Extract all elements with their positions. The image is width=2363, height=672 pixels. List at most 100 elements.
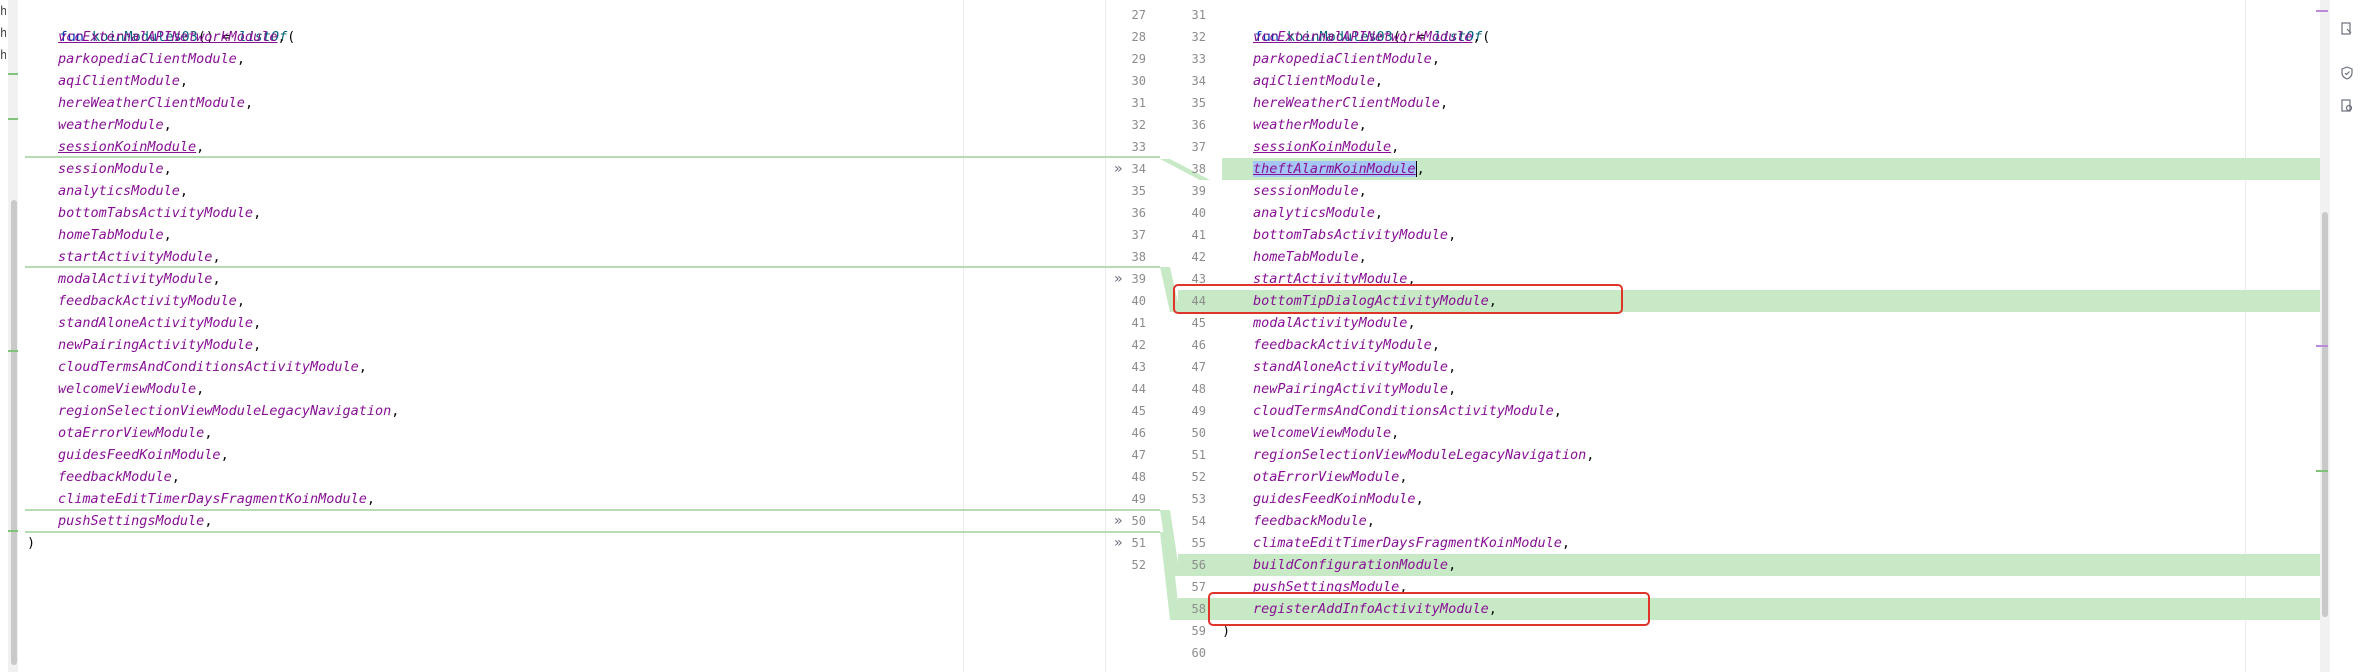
code-line[interactable]: aqiClientModule, [27,70,188,92]
code-line[interactable]: weatherModule, [1222,114,1367,136]
line-number: 32 [1131,118,1146,132]
code-line[interactable]: analyticsModule, [27,180,188,202]
code-line[interactable]: hereWeatherClientModule, [27,92,253,114]
fn-paren: ( [1482,29,1491,45]
line-number: 45 [1131,404,1146,418]
apply-change-arrow[interactable]: » [1114,158,1122,180]
line-number: 39 [1131,272,1146,286]
comma: , [1448,227,1457,243]
line-number: 27 [1131,8,1146,22]
module-name: newPairingActivityModule [58,337,254,353]
line-number: 60 [1191,646,1206,660]
code-line[interactable]: climateEditTimerDaysFragmentKoinModule, [1222,532,1570,554]
code-line[interactable]: sessionKoinModule, [1222,136,1399,158]
code-line[interactable]: otaErrorViewModule, [27,422,212,444]
code-line[interactable]: newPairingActivityModule, [27,334,261,356]
apply-change-arrow[interactable]: » [1114,510,1122,532]
code-line[interactable]: cloudTermsAndConditionsActivityModule, [1222,400,1562,422]
code-line[interactable]: feedbackActivityModule, [27,290,245,312]
apply-change-arrow[interactable]: » [1114,532,1122,554]
module-name: homeTabModule [1253,249,1359,265]
right-scrollbar-thumb[interactable] [2322,212,2328,617]
line-number: 37 [1191,140,1206,154]
code-line[interactable]: parkopediaClientModule, [27,48,245,70]
line-number: 40 [1131,294,1146,308]
comma: , [204,513,213,529]
code-line[interactable]: modalActivityModule, [1222,312,1416,334]
module-name: homeTabModule [58,227,164,243]
code-line[interactable]: aqiClientModule, [1222,70,1383,92]
code-line[interactable]: regionSelectionViewModuleLegacyNavigatio… [1222,444,1594,466]
line-number: 46 [1131,426,1146,440]
code-line[interactable]: vccExternalAPINetworkModule, [27,26,286,48]
module-name: weatherModule [1253,117,1359,133]
code-line[interactable]: parkopediaClientModule, [1222,48,1440,70]
line-number: 41 [1131,316,1146,330]
module-name: regionSelectionViewModuleLegacyNavigatio… [1253,447,1587,463]
module-name: feedbackActivityModule [1253,337,1432,353]
code-line[interactable]: modalActivityModule, [27,268,221,290]
code-line[interactable]: standAloneActivityModule, [1222,356,1456,378]
code-line[interactable]: sessionModule, [27,158,172,180]
code-line[interactable]: bottomTabsActivityModule, [1222,224,1456,246]
code-line[interactable]: newPairingActivityModule, [1222,378,1456,400]
code-line[interactable]: regionSelectionViewModuleLegacyNavigatio… [27,400,399,422]
code-line[interactable]: startActivityModule, [27,246,221,268]
code-line[interactable]: homeTabModule, [27,224,172,246]
module-name: feedbackActivityModule [58,293,237,309]
code-line[interactable]: weatherModule, [27,114,172,136]
code-line[interactable]: feedbackModule, [27,466,180,488]
line-number: 36 [1191,118,1206,132]
comma: , [1391,139,1400,155]
module-name: regionSelectionViewModuleLegacyNavigatio… [58,403,392,419]
code-line[interactable]: homeTabModule, [1222,246,1367,268]
right-header-line: fun koinModules03() = listOf( [1222,4,1491,45]
line-number: 31 [1191,8,1206,22]
module-name: climateEditTimerDaysFragmentKoinModule [58,491,367,507]
code-line[interactable]: guidesFeedKoinModule, [1222,488,1424,510]
line-number: 47 [1131,448,1146,462]
line-number: 51 [1131,536,1146,550]
code-line[interactable]: pushSettingsModule, [27,510,212,532]
line-number: 31 [1131,96,1146,110]
shield-icon[interactable] [2340,66,2354,80]
module-name: welcomeViewModule [58,381,197,397]
module-name: sessionKoinModule [1253,139,1392,155]
comma: , [1439,95,1449,111]
comma: , [244,95,254,111]
code-line[interactable]: bottomTabsActivityModule, [27,202,261,224]
code-line[interactable]: cloudTermsAndConditionsActivityModule, [27,356,367,378]
code-line[interactable]: welcomeViewModule, [1222,422,1399,444]
added-code-line[interactable]: buildConfigurationModule, [1222,554,1456,576]
line-number: 39 [1191,184,1206,198]
code-line[interactable]: feedbackActivityModule, [1222,334,1440,356]
code-line[interactable]: hereWeatherClientModule, [1222,92,1448,114]
code-line[interactable]: climateEditTimerDaysFragmentKoinModule, [27,488,375,510]
module-name: newPairingActivityModule [1253,381,1449,397]
code-line[interactable]: guidesFeedKoinModule, [27,444,229,466]
code-line[interactable]: analyticsModule, [1222,202,1383,224]
apply-change-arrow[interactable]: » [1114,268,1122,290]
code-line[interactable]: vccExternalAPINetworkModule, [1222,26,1481,48]
comma: , [1366,513,1375,529]
module-name: feedbackModule [1253,513,1367,529]
module-name: sessionKoinModule [58,139,197,155]
code-line[interactable]: standAloneActivityModule, [27,312,261,334]
added-code-line[interactable]: theftAlarmKoinModule, [1222,158,1425,180]
inspect-icon[interactable] [2340,99,2354,113]
comma: , [391,403,400,419]
line-number: 34 [1191,74,1206,88]
code-line[interactable]: feedbackModule, [1222,510,1375,532]
code-line[interactable]: welcomeViewModule, [27,378,204,400]
code-line[interactable]: sessionModule, [1222,180,1367,202]
module-name: welcomeViewModule [1253,425,1392,441]
code-line[interactable]: otaErrorViewModule, [1222,466,1407,488]
module-name: weatherModule [58,117,164,133]
line-number: 51 [1191,448,1206,462]
code-line[interactable]: sessionKoinModule, [27,136,204,158]
comma: , [220,447,229,463]
module-name: vccExternalAPINetworkModule [58,29,278,45]
line-number: 32 [1191,30,1206,44]
structure-icon[interactable] [2340,22,2354,36]
comma: , [1448,557,1457,573]
